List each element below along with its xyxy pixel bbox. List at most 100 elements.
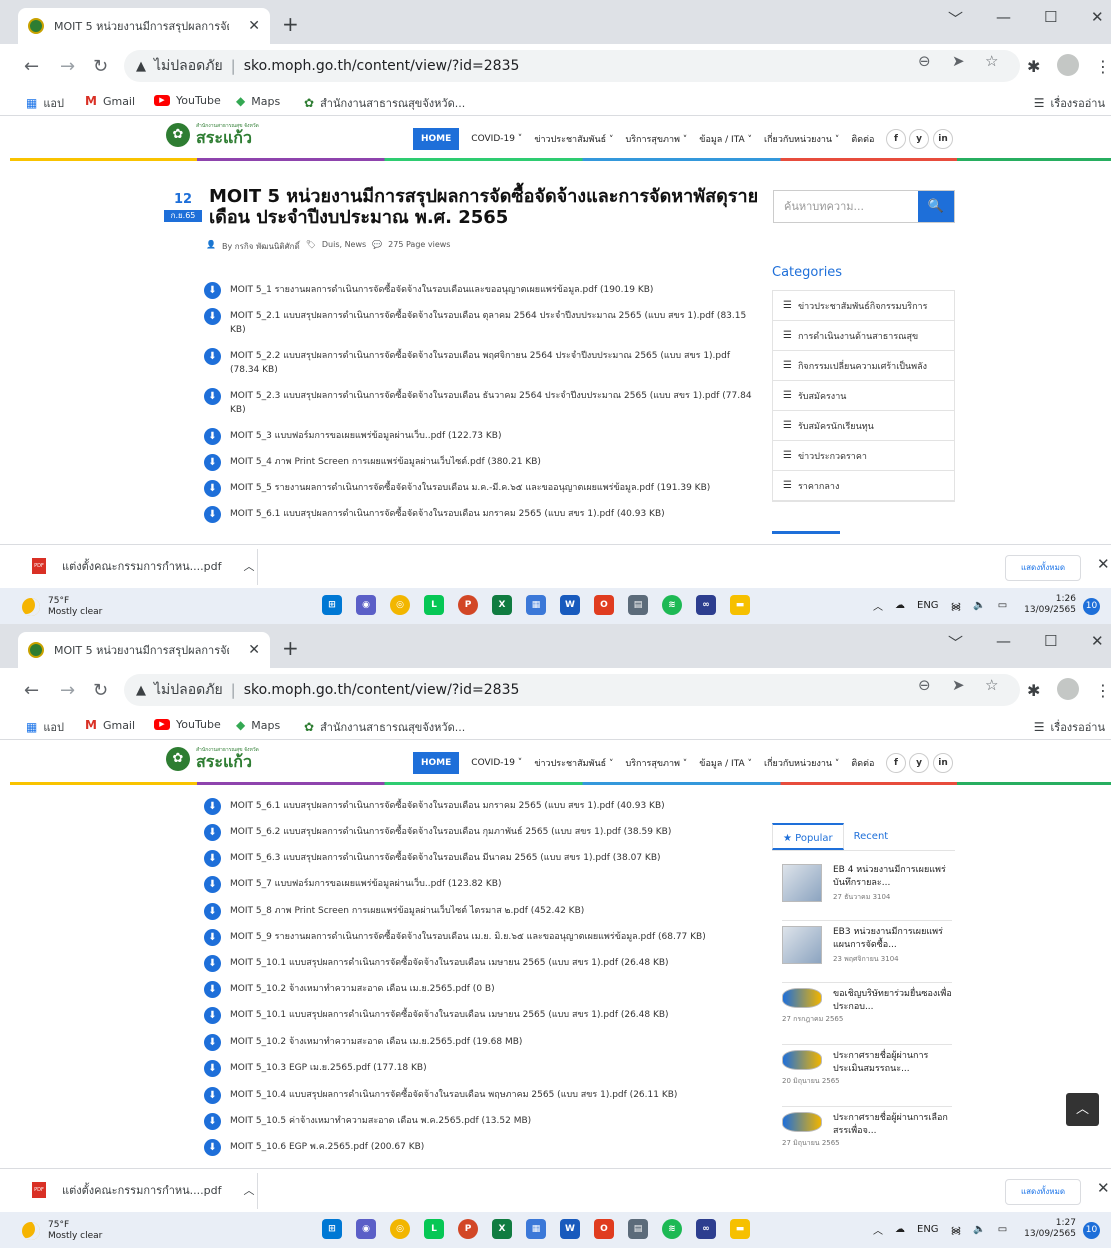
new-tab-button[interactable]: +	[282, 12, 299, 36]
menu-contact[interactable]: ติดต่อ	[851, 756, 874, 770]
forward-icon[interactable]: →	[60, 680, 75, 701]
notification-badge[interactable]: 10	[1083, 598, 1100, 615]
wifi-icon[interactable]: ᯼	[951, 599, 962, 613]
close-icon[interactable]: ✕	[248, 18, 260, 34]
speaker-icon[interactable]: 🔈	[973, 1224, 985, 1235]
menu-covid[interactable]: COVID-19 ˅	[471, 758, 522, 768]
back-icon[interactable]: ←	[24, 56, 39, 77]
bookmark-provincial-office[interactable]: ✿ สำนักงานสาธารณสุขจังหวัด...	[304, 94, 465, 112]
linkedin-icon[interactable]: in	[933, 753, 953, 773]
category-item[interactable]: ☰ รับสมัครนักเรียนทุน	[773, 411, 954, 441]
bookmark-provincial-office[interactable]: ✿ สำนักงานสาธารณสุขจังหวัด...	[304, 718, 465, 736]
post-title[interactable]: EB3 หน่วยงานมีการเผยแพร่แผนการจัดซื้อ...	[833, 926, 955, 952]
window-close-button[interactable]: ✕	[1091, 8, 1104, 26]
zoom-icon[interactable]: ⊖	[918, 52, 931, 70]
file-download-link[interactable]: ⬇ MOIT 5_6.1 แบบสรุปผลการดำเนินการจัดซื้อ…	[204, 506, 754, 523]
post-title[interactable]: ประกาศรายชื่อผู้ผ่านการเลือกสรรเพื่อจ...	[833, 1112, 955, 1138]
bookmark-youtube[interactable]: ▶ YouTube	[154, 718, 221, 731]
category-item[interactable]: ☰ ข่าวประชาสัมพันธ์กิจกรรมบริการ	[773, 291, 954, 321]
extensions-icon[interactable]: ✱	[1027, 681, 1040, 700]
speaker-icon[interactable]: 🔈	[973, 600, 985, 611]
office-icon[interactable]: O	[594, 1219, 614, 1239]
calendar-icon[interactable]: ▦	[526, 1219, 546, 1239]
chrome-icon[interactable]: ◎	[390, 1219, 410, 1239]
file-download-link[interactable]: ⬇ MOIT 5_10.1 แบบสรุปผลการดำเนินการจัดซื้…	[204, 955, 754, 972]
file-download-link[interactable]: ⬇ MOIT 5_6.2 แบบสรุปผลการดำเนินการจัดซื้อ…	[204, 824, 754, 841]
teams-chat-icon[interactable]: ◉	[356, 1219, 376, 1239]
word-icon[interactable]: W	[560, 1219, 580, 1239]
calculator-icon[interactable]: ▤	[628, 1219, 648, 1239]
url-field[interactable]: ▲ ไม่ปลอดภัย | sko.moph.go.th/content/vi…	[124, 50, 1020, 82]
facebook-icon[interactable]: f	[886, 129, 906, 149]
menu-covid[interactable]: COVID-19 ˅	[471, 134, 522, 144]
office-icon[interactable]: O	[594, 595, 614, 615]
post-tags[interactable]: Duis, News	[322, 240, 366, 253]
category-item[interactable]: ☰ ราคากลาง	[773, 471, 954, 501]
category-item[interactable]: ☰ รับสมัครงาน	[773, 381, 954, 411]
file-download-link[interactable]: ⬇ MOIT 5_10.3 EGP เม.ย.2565.pdf (177.18 K…	[204, 1060, 754, 1077]
excel-icon[interactable]: X	[492, 1219, 512, 1239]
line-icon[interactable]: L	[424, 1219, 444, 1239]
search-button[interactable]: 🔍	[918, 191, 954, 222]
bookmark-apps[interactable]: ▦ แอป	[26, 718, 64, 736]
reading-list-button[interactable]: ☰ เรื่องรออ่าน	[1034, 718, 1105, 736]
webex-icon[interactable]: ∞	[696, 1219, 716, 1239]
reload-icon[interactable]: ↻	[93, 56, 108, 77]
new-tab-button[interactable]: +	[282, 636, 299, 660]
file-download-link[interactable]: ⬇ MOIT 5_6.3 แบบสรุปผลการดำเนินการจัดซื้อ…	[204, 850, 754, 867]
forward-icon[interactable]: →	[60, 56, 75, 77]
twitter-icon[interactable]: y	[909, 129, 929, 149]
word-icon[interactable]: W	[560, 595, 580, 615]
bookmark-maps[interactable]: ◆ Maps	[236, 718, 280, 732]
menu-icon[interactable]: ⋮	[1095, 57, 1111, 76]
show-all-downloads-button[interactable]: แสดงทั้งหมด	[1005, 1179, 1081, 1205]
post-title[interactable]: ประกาศรายชื่อผู้ผ่านการประเมินสมรรถนะ...	[833, 1050, 955, 1076]
file-download-link[interactable]: ⬇ MOIT 5_10.2 จ้างเหมาทำความสะอาด เดือน เ…	[204, 1034, 754, 1051]
linkedin-icon[interactable]: in	[933, 129, 953, 149]
window-close-button[interactable]: ✕	[1091, 632, 1104, 650]
maximize-button[interactable]: ☐	[1044, 632, 1057, 650]
file-download-link[interactable]: ⬇ MOIT 5_1 รายงานผลการดำเนินการจัดซื้อจัด…	[204, 282, 754, 299]
chrome-icon[interactable]: ◎	[390, 595, 410, 615]
file-download-link[interactable]: ⬇ MOIT 5_10.2 จ้างเหมาทำความสะอาด เดือน เ…	[204, 981, 754, 998]
windows-start-icon[interactable]: ⊞	[322, 1219, 342, 1239]
file-download-link[interactable]: ⬇ MOIT 5_2.2 แบบสรุปผลการดำเนินการจัดซื้อ…	[204, 348, 754, 377]
extensions-icon[interactable]: ✱	[1027, 57, 1040, 76]
close-icon[interactable]: ✕	[1097, 1179, 1110, 1197]
powerpoint-icon[interactable]: P	[458, 1219, 478, 1239]
post-thumbnail[interactable]	[782, 1050, 822, 1070]
file-download-link[interactable]: ⬇ MOIT 5_5 รายงานผลการดำเนินการจัดซื้อจัด…	[204, 480, 754, 497]
file-download-link[interactable]: ⬇ MOIT 5_10.5 ค่าจ้างเหมาทำความสะอาด เดือ…	[204, 1113, 754, 1130]
bookmark-maps[interactable]: ◆ Maps	[236, 94, 280, 108]
download-item[interactable]: PDF แต่งตั้งคณะกรรมการกำหน....pdf ︿	[32, 557, 255, 575]
minimize-button[interactable]: —	[996, 632, 1011, 650]
close-icon[interactable]: ✕	[248, 642, 260, 658]
bookmark-gmail[interactable]: M Gmail	[85, 718, 135, 732]
scroll-to-top-button[interactable]: ︿	[1066, 1093, 1099, 1126]
notification-badge[interactable]: 10	[1083, 1222, 1100, 1239]
wifi-icon[interactable]: ᯼	[951, 1223, 962, 1237]
menu-about[interactable]: เกี่ยวกับหน่วยงาน ˅	[764, 756, 839, 770]
line-icon[interactable]: L	[424, 595, 444, 615]
post-author[interactable]: By กรกิจ พัฒนนิติศักดิ์	[222, 240, 300, 253]
bookmark-apps[interactable]: ▦ แอป	[26, 94, 64, 112]
file-download-link[interactable]: ⬇ MOIT 5_6.1 แบบสรุปผลการดำเนินการจัดซื้อ…	[204, 798, 754, 815]
url-field[interactable]: ▲ ไม่ปลอดภัย | sko.moph.go.th/content/vi…	[124, 674, 1020, 706]
maximize-button[interactable]: ☐	[1044, 8, 1057, 26]
menu-data-ita[interactable]: ข้อมูล / ITA ˅	[699, 132, 752, 146]
file-download-link[interactable]: ⬇ MOIT 5_3 แบบฟอร์มการขอเผยแพร่ข้อมูลผ่าน…	[204, 428, 754, 445]
menu-health-services[interactable]: บริการสุขภาพ ˅	[625, 756, 687, 770]
menu-news[interactable]: ข่าวประชาสัมพันธ์ ˅	[534, 756, 613, 770]
menu-about[interactable]: เกี่ยวกับหน่วยงาน ˅	[764, 132, 839, 146]
post-title[interactable]: ขอเชิญบริษัทยาร่วมยื่นซองเพื่อประกอบ...	[833, 988, 955, 1014]
file-download-link[interactable]: ⬇ MOIT 5_8 ภาพ Print Screen การเผยแพร่ข้อ…	[204, 903, 754, 920]
file-download-link[interactable]: ⬇ MOIT 5_10.4 แบบสรุปผลการดำเนินการจัดซื้…	[204, 1087, 754, 1104]
zoom-icon[interactable]: ⊖	[918, 676, 931, 694]
excel-icon[interactable]: X	[492, 595, 512, 615]
calendar-icon[interactable]: ▦	[526, 595, 546, 615]
browser-tab[interactable]: MOIT 5 หน่วยงานมีการสรุปผลการจัดซื้อจัดจ…	[18, 8, 270, 44]
powerpoint-icon[interactable]: P	[458, 595, 478, 615]
file-download-link[interactable]: ⬇ MOIT 5_2.1 แบบสรุปผลการดำเนินการจัดซื้อ…	[204, 308, 754, 337]
battery-icon[interactable]: ▭	[998, 1224, 1007, 1235]
weather-widget[interactable]: 75°F Mostly clear	[22, 596, 102, 618]
